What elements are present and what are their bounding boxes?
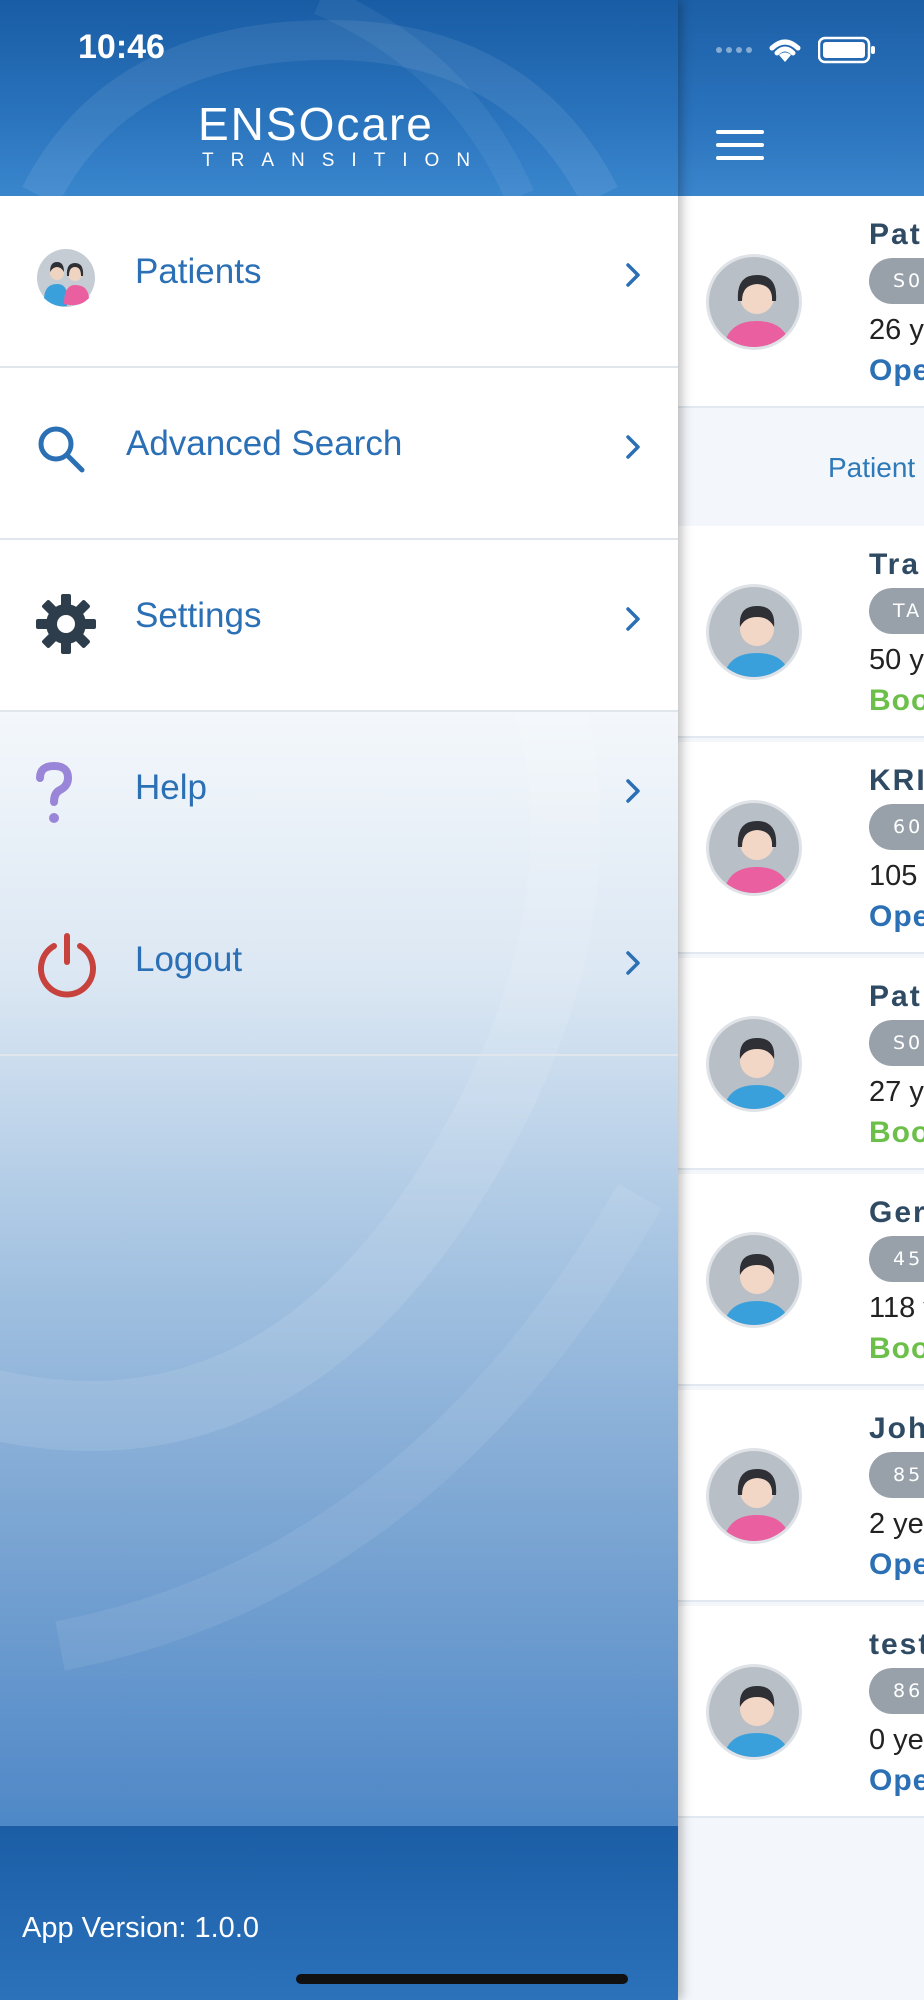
menu-item-advanced-search[interactable]: Advanced Search xyxy=(0,368,678,540)
power-icon xyxy=(38,933,96,998)
status-text: Ope xyxy=(869,354,924,387)
status-text: Ope xyxy=(869,1548,924,1581)
patient-card[interactable]: KRI 60 105 Ope xyxy=(678,742,924,954)
mrn-badge: 60 xyxy=(869,804,924,850)
male-avatar-icon xyxy=(706,584,802,680)
menu-label-logout: Logout xyxy=(135,940,243,979)
female-avatar-icon xyxy=(706,1448,802,1544)
patient-card[interactable]: Joh 85 2 ye Ope xyxy=(678,1390,924,1602)
drawer-menu: Patients Advanced Search Settings Help L… xyxy=(0,196,678,1826)
home-indicator[interactable] xyxy=(296,1974,628,1984)
patient-name: Ger xyxy=(869,1196,924,1229)
chevron-right-icon xyxy=(626,435,640,459)
female-avatar-icon xyxy=(706,254,802,350)
wifi-icon xyxy=(769,39,801,62)
chevron-right-icon xyxy=(626,951,640,975)
female-avatar-icon xyxy=(706,800,802,896)
patient-age: 118 y xyxy=(869,1292,924,1324)
patient-name: test xyxy=(869,1628,924,1661)
navigation-drawer: 10:46 ENSOcare TRANSITION Patients Advan… xyxy=(0,0,678,2000)
app-version-label: App Version: 1.0.0 xyxy=(22,1912,259,1944)
menu-label-help: Help xyxy=(135,768,207,807)
menu-item-logout[interactable]: Logout xyxy=(0,884,678,1056)
menu-label-advanced-search: Advanced Search xyxy=(126,424,403,463)
ensocare-logo: ENSOcare TRANSITION xyxy=(198,98,488,172)
patient-age: 0 ye xyxy=(869,1724,924,1756)
patient-card[interactable]: test 86 0 ye Ope xyxy=(678,1606,924,1818)
mrn-badge: TA xyxy=(869,588,924,634)
patient-section-label: Patient xyxy=(828,452,916,483)
menu-label-patients: Patients xyxy=(135,252,262,291)
menu-item-settings[interactable]: Settings xyxy=(0,540,678,712)
help-icon xyxy=(36,762,73,823)
status-text: Boo xyxy=(869,684,924,717)
patient-age: 2 ye xyxy=(869,1508,924,1540)
status-icons xyxy=(716,36,876,64)
mrn-badge: 86 xyxy=(869,1668,924,1714)
mrn-badge: 45 xyxy=(869,1236,924,1282)
patient-card[interactable]: Ger 45 118 y Boo xyxy=(678,1174,924,1386)
hamburger-menu-button[interactable] xyxy=(716,130,764,162)
patient-age: 27 y xyxy=(869,1076,924,1108)
patient-name: Tra xyxy=(869,548,921,581)
patient-age: 50 y xyxy=(869,644,924,676)
patient-name: Joh xyxy=(869,1412,924,1445)
patient-age: 26 y xyxy=(869,314,924,346)
gear-icon xyxy=(36,594,96,654)
patient-card[interactable]: Pat S0 27 y Boo xyxy=(678,958,924,1170)
chevron-right-icon xyxy=(626,263,640,287)
status-time: 10:46 xyxy=(78,28,165,66)
drawer-header: 10:46 ENSOcare TRANSITION xyxy=(0,0,678,196)
logo-brand: ENSOcare xyxy=(198,98,434,150)
status-text: Boo xyxy=(869,1116,924,1149)
menu-label-settings: Settings xyxy=(135,596,262,635)
mrn-badge: S0 xyxy=(869,1020,924,1066)
patient-name: Pat xyxy=(869,218,922,251)
male-avatar-icon xyxy=(706,1232,802,1328)
battery-icon xyxy=(818,36,875,64)
menu-item-patients[interactable]: Patients xyxy=(0,196,678,368)
status-text: Ope xyxy=(869,900,924,933)
signal-icon xyxy=(716,47,752,53)
chevron-right-icon xyxy=(626,779,640,803)
chevron-right-icon xyxy=(626,607,640,631)
mrn-badge: S0 xyxy=(869,258,924,304)
mrn-badge: 85 xyxy=(869,1452,924,1498)
status-text: Ope xyxy=(869,1764,924,1797)
patient-age: 105 xyxy=(869,860,918,892)
patient-card[interactable]: Tra TA 50 y Boo xyxy=(678,526,924,738)
menu-item-help[interactable]: Help xyxy=(0,712,678,884)
male-avatar-icon xyxy=(706,1664,802,1760)
male-avatar-icon xyxy=(706,1016,802,1112)
patients-icon xyxy=(37,249,95,307)
patient-name: Pat xyxy=(869,980,922,1013)
search-icon xyxy=(38,426,85,473)
patient-card[interactable]: Pat S0 26 y Ope xyxy=(678,196,924,408)
status-text: Boo xyxy=(869,1332,924,1365)
logo-tagline: TRANSITION xyxy=(202,150,488,171)
patient-name: KRI xyxy=(869,764,924,797)
